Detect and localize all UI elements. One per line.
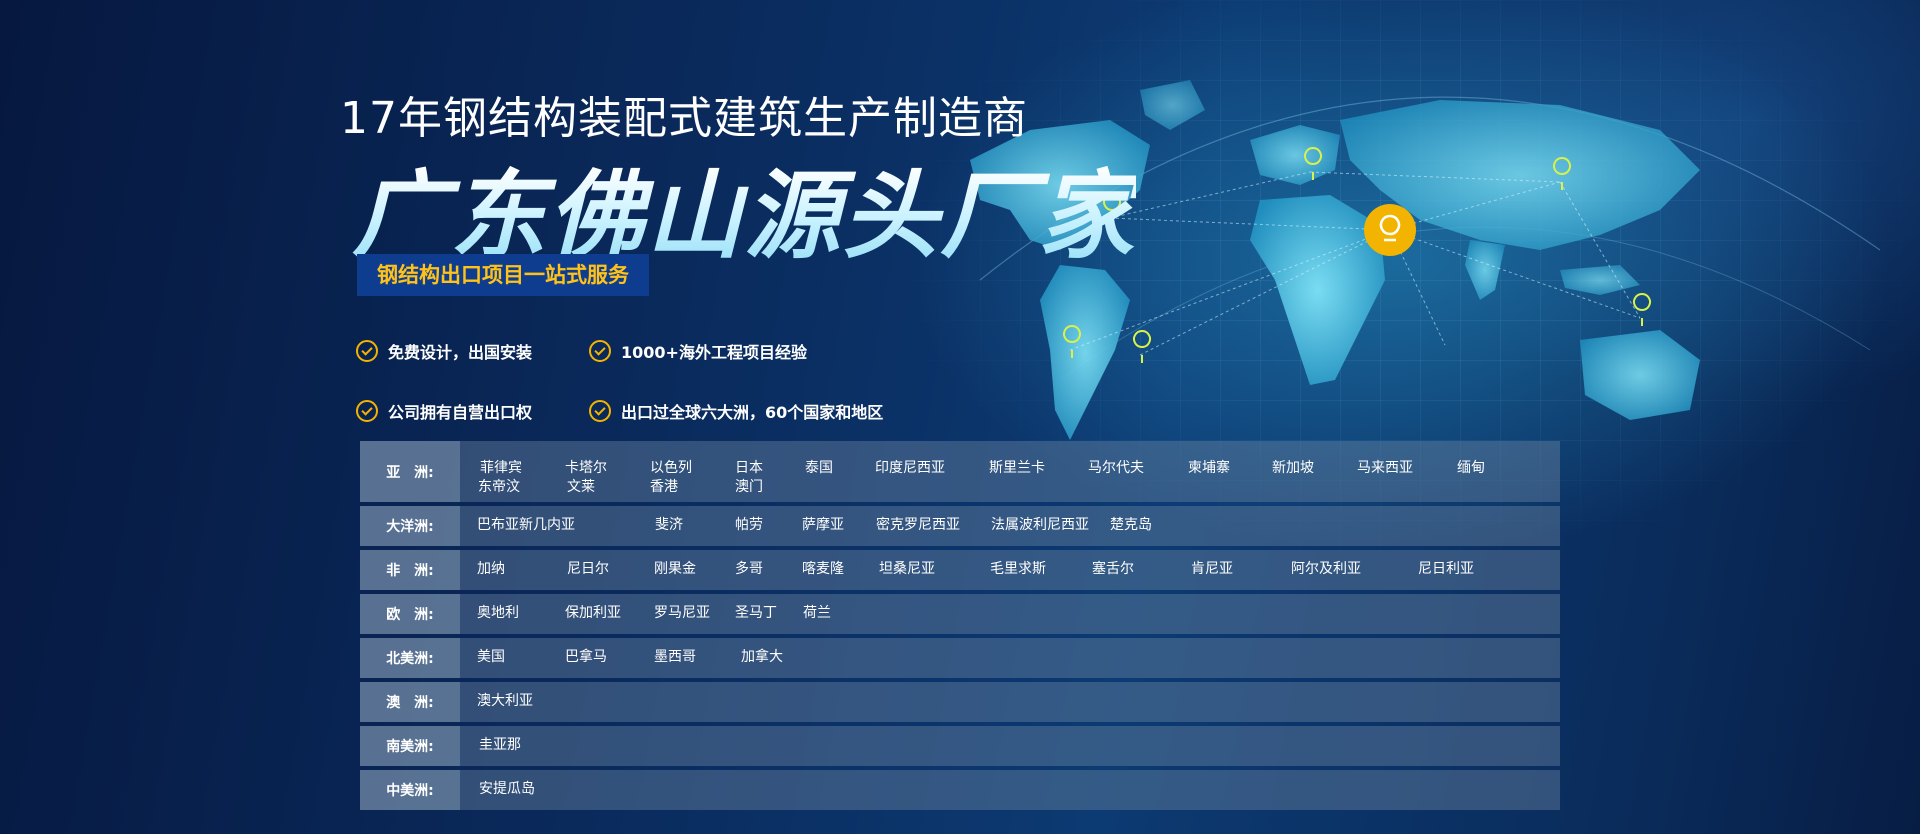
country-name: 肯尼亚 (1191, 561, 1233, 577)
region-label: 非 洲: (360, 550, 460, 590)
country-name: 圭亚那 (479, 737, 521, 753)
feature-label: 公司拥有自营出口权 (388, 403, 533, 422)
table-row: 亚 洲: 菲律宾 卡塔尔 以色列 日本 泰国 印度尼西亚 斯里兰卡 马尔代夫 柬… (360, 441, 1560, 502)
country-table: 亚 洲: 菲律宾 卡塔尔 以色列 日本 泰国 印度尼西亚 斯里兰卡 马尔代夫 柬… (360, 441, 1560, 810)
country-name: 塞舌尔 (1092, 561, 1134, 577)
table-row: 欧 洲: 奥地利 保加利亚 罗马尼亚 圣马丁 荷兰 (360, 594, 1560, 634)
feature-item: 免费设计，出国安装 (356, 339, 532, 363)
region-label: 北美洲: (360, 638, 460, 678)
country-name: 楚克岛 (1110, 517, 1152, 533)
tagline-badge: 钢结构出口项目一站式服务 (357, 254, 649, 296)
table-row: 大洋洲: 巴布亚新几内亚 斐济 帕劳 萨摩亚 密克罗尼西亚 法属波利尼西亚 楚克… (360, 506, 1560, 546)
table-row: 澳 洲: 澳大利亚 (360, 682, 1560, 722)
subtitle: 17年钢结构装配式建筑生产制造商 (340, 93, 1028, 144)
feature-item: 公司拥有自营出口权 (356, 399, 532, 423)
feature-item: 出口过全球六大洲，60个国家和地区 (589, 399, 883, 423)
country-name: 安提瓜岛 (479, 781, 535, 797)
country-name: 日本 (735, 460, 763, 476)
country-name: 斐济 (655, 517, 683, 533)
feature-label: 出口过全球六大洲，60个国家和地区 (621, 403, 884, 422)
country-name: 柬埔寨 (1188, 460, 1230, 476)
country-name: 帕劳 (735, 517, 763, 533)
country-name: 文莱 (567, 479, 595, 495)
country-name: 缅甸 (1457, 460, 1485, 476)
country-name: 印度尼西亚 (875, 460, 945, 476)
country-name: 荷兰 (803, 605, 831, 621)
country-name: 刚果金 (654, 561, 696, 577)
country-name: 卡塔尔 (565, 460, 607, 476)
country-name: 坦桑尼亚 (879, 561, 935, 577)
country-name: 马来西亚 (1357, 460, 1413, 476)
country-name: 萨摩亚 (802, 517, 844, 533)
country-name: 毛里求斯 (990, 561, 1046, 577)
feature-label: 1000+海外工程项目经验 (621, 343, 807, 362)
country-name: 马尔代夫 (1088, 460, 1144, 476)
country-name: 尼日利亚 (1418, 561, 1474, 577)
region-label: 亚 洲: (360, 441, 460, 502)
country-name: 香港 (650, 479, 678, 495)
table-row: 北美洲: 美国 巴拿马 墨西哥 加拿大 (360, 638, 1560, 678)
country-name: 澳门 (735, 479, 763, 495)
table-row: 非 洲: 加纳 尼日尔 刚果金 多哥 喀麦隆 坦桑尼亚 毛里求斯 塞舌尔 肯尼亚… (360, 550, 1560, 590)
country-name: 罗马尼亚 (654, 605, 710, 621)
country-name: 泰国 (805, 460, 833, 476)
check-circle-icon (589, 340, 611, 362)
region-label: 欧 洲: (360, 594, 460, 634)
country-name: 以色列 (650, 460, 692, 476)
region-label: 大洋洲: (360, 506, 460, 546)
country-name: 墨西哥 (654, 649, 696, 665)
country-name: 斯里兰卡 (989, 460, 1045, 476)
region-label: 中美洲: (360, 770, 460, 810)
country-name: 保加利亚 (565, 605, 621, 621)
check-circle-icon (589, 400, 611, 422)
country-name: 法属波利尼西亚 (991, 517, 1089, 533)
country-name: 密克罗尼西亚 (876, 517, 960, 533)
check-circle-icon (356, 340, 378, 362)
table-row: 中美洲: 安提瓜岛 (360, 770, 1560, 810)
country-name: 喀麦隆 (802, 561, 844, 577)
country-name: 新加坡 (1272, 460, 1314, 476)
location-pin-icon (1364, 204, 1416, 256)
country-name: 阿尔及利亚 (1291, 561, 1361, 577)
check-circle-icon (356, 400, 378, 422)
country-name: 多哥 (735, 561, 763, 577)
feature-item: 1000+海外工程项目经验 (589, 339, 807, 363)
country-name: 澳大利亚 (477, 693, 533, 709)
country-name: 加纳 (477, 561, 505, 577)
country-name: 菲律宾 (480, 460, 522, 476)
feature-label: 免费设计，出国安装 (388, 343, 533, 362)
country-name: 美国 (477, 649, 505, 665)
country-name: 加拿大 (741, 649, 783, 665)
region-label: 南美洲: (360, 726, 460, 766)
country-name: 尼日尔 (567, 561, 609, 577)
country-name: 东帝汶 (478, 479, 520, 495)
banner: 17年钢结构装配式建筑生产制造商 广东佛山源头厂家 钢结构出口项目一站式服务 免… (0, 0, 1920, 834)
country-name: 圣马丁 (735, 605, 777, 621)
table-row: 南美洲: 圭亚那 (360, 726, 1560, 766)
country-name: 奥地利 (477, 605, 519, 621)
country-name: 巴布亚新几内亚 (477, 517, 575, 533)
region-label: 澳 洲: (360, 682, 460, 722)
country-name: 巴拿马 (565, 649, 607, 665)
